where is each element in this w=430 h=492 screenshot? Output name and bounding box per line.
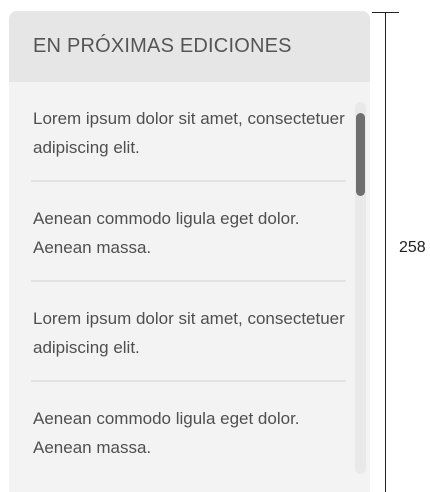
scrollbar-thumb[interactable] [356, 113, 365, 196]
list-item: Aenean commodo ligula eget dolor. Aenean… [31, 182, 346, 282]
upcoming-editions-panel: EN PRÓXIMAS EDICIONES Lorem ipsum dolor … [9, 11, 370, 492]
height-dimension-marker: 258 [372, 12, 430, 492]
list-item: Lorem ipsum dolor sit amet, consectetuer… [31, 282, 346, 382]
panel-header: EN PRÓXIMAS EDICIONES [9, 11, 370, 82]
panel-title: EN PRÓXIMAS EDICIONES [33, 35, 292, 57]
list-item: Lorem ipsum dolor sit amet, consectetuer… [31, 82, 346, 182]
dimension-line [385, 12, 386, 492]
dimension-label: 258 [399, 239, 426, 256]
editions-list[interactable]: Lorem ipsum dolor sit amet, consectetuer… [9, 82, 370, 492]
list-item: Aenean commodo ligula eget dolor. Aenean… [33, 409, 300, 457]
scrollbar-track[interactable] [355, 102, 366, 474]
